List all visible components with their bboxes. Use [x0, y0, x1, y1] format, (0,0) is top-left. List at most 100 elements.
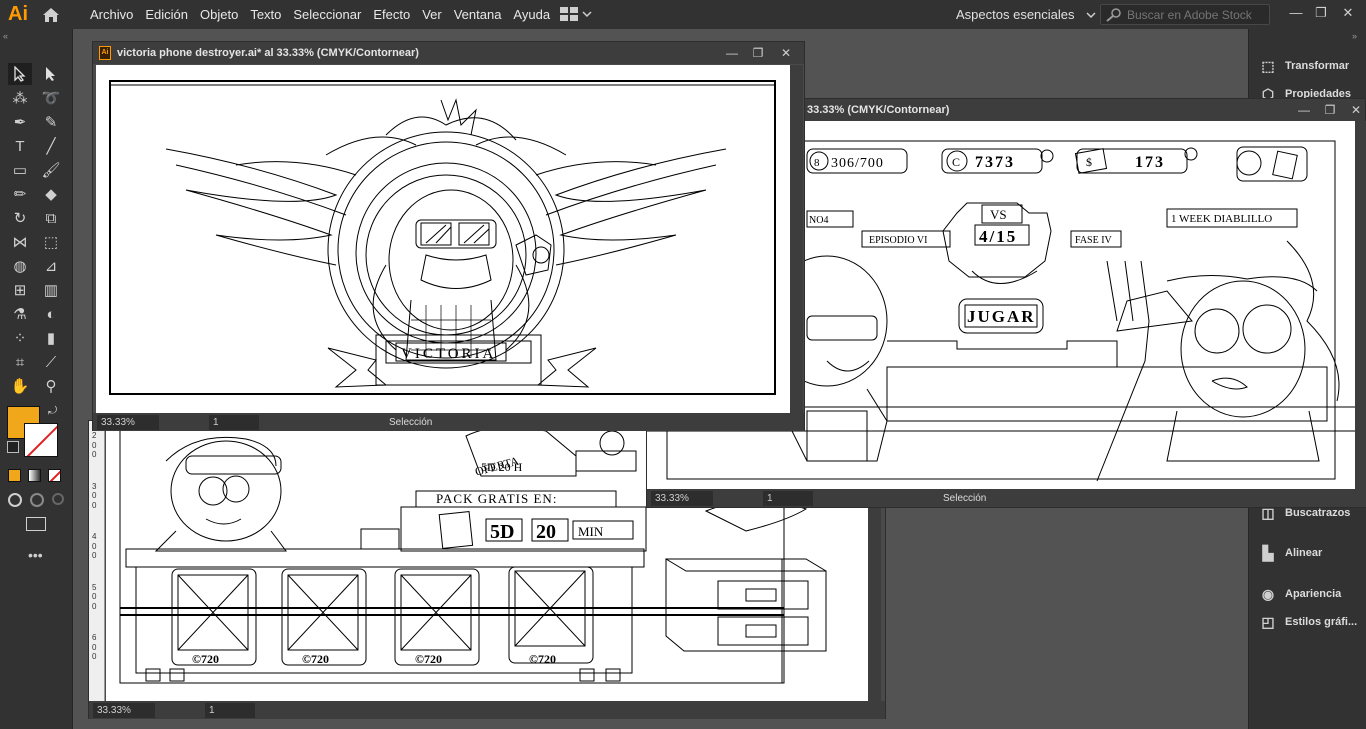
appearance-icon: ◉ [1261, 585, 1275, 602]
ruler-label: 0 [92, 652, 97, 661]
menu-ventana[interactable]: Ventana [448, 0, 508, 29]
artboard-number-field[interactable]: 1 [209, 414, 259, 430]
curvature-tool-icon[interactable]: ✎ [39, 111, 63, 133]
slice-icon[interactable]: ⟋ [39, 351, 63, 373]
panel-collapse-icon[interactable]: « [3, 32, 69, 41]
blend-icon[interactable]: ◐ [39, 303, 63, 325]
eyedropper-icon[interactable]: ⚗ [8, 303, 32, 325]
gradient-icon[interactable]: ▥ [39, 279, 63, 301]
home-icon[interactable] [36, 0, 66, 29]
zoom-field[interactable]: 33.33% [97, 414, 159, 430]
menu-objeto[interactable]: Objeto [194, 0, 244, 29]
type-tool-icon[interactable]: T [8, 135, 32, 157]
panel-transformar[interactable]: ⬚ Transformar [1259, 55, 1349, 77]
ruler-label: 0 [92, 491, 97, 500]
zoom-tool-icon[interactable]: ⚲ [39, 375, 63, 397]
play-button-text: JUGAR [967, 307, 1036, 326]
restore-doc-button[interactable]: ❐ [1321, 101, 1339, 119]
ruler-label: 0 [92, 551, 97, 560]
draw-behind-icon[interactable] [30, 493, 44, 507]
document-titlebar[interactable]: Ai victoria phone destroyer.ai* al 33.33… [93, 42, 804, 64]
line-tool-icon[interactable]: ╱ [39, 135, 63, 157]
pen-tool-icon[interactable]: ✒ [8, 111, 32, 133]
price-text: ©720 [529, 652, 556, 666]
screen-mode-icon[interactable] [26, 517, 46, 531]
scale-icon[interactable]: ⧉ [39, 207, 63, 229]
close-doc-button[interactable]: ✕ [777, 44, 795, 62]
app-logo: Ai [8, 3, 28, 25]
stroke-color-swatch[interactable] [24, 423, 58, 457]
coin-icon-text: C [952, 155, 960, 169]
symbol-sprayer-icon[interactable]: ⁘ [8, 327, 32, 349]
pack-mins-text: 20 [536, 521, 556, 543]
menu-ver[interactable]: Ver [416, 0, 448, 29]
search-icon [1106, 7, 1121, 22]
zoom-field[interactable]: 33.33% [651, 490, 713, 506]
arrange-documents-button[interactable] [560, 5, 596, 23]
panel-label: Transformar [1285, 60, 1350, 72]
swap-colors-icon[interactable]: ⤾ [48, 405, 57, 418]
perspective-grid-icon[interactable]: ⊿ [39, 255, 63, 277]
zoom-field[interactable]: 33.33% [93, 702, 155, 718]
menu-ayuda[interactable]: Ayuda [507, 0, 556, 29]
transform-icon: ⬚ [1261, 57, 1275, 74]
lasso-icon[interactable]: ➰ [39, 87, 63, 109]
shape-builder-icon[interactable]: ◍ [8, 255, 32, 277]
ruler-label: 0 [92, 541, 97, 551]
panel-expand-icon[interactable]: » [1257, 32, 1357, 41]
more-tools-icon[interactable]: ••• [28, 547, 43, 563]
menu-efecto[interactable]: Efecto [367, 0, 416, 29]
menu-bar: Ai Archivo Edición Objeto Texto Seleccio… [0, 0, 1366, 29]
week-text: 1 WEEK DIABLILLO [1171, 213, 1272, 225]
paintbrush-icon[interactable]: 🖌 [39, 159, 63, 181]
menu-seleccionar[interactable]: Seleccionar [287, 0, 367, 29]
gradient-mode-icon[interactable] [28, 469, 41, 482]
rectangle-tool-icon[interactable]: ▭ [8, 159, 32, 181]
magic-wand-icon[interactable]: ⁂ [8, 87, 32, 109]
tools-panel: « ⁂ ➰ ✒ ✎ T ╱ ▭ 🖌 ✏ ◆ ↻ ⧉ ⋈ ⬚ ◍ ⊿ ⊞ ▥ ⚗ … [0, 29, 73, 729]
artboard-canvas[interactable]: VICTORIA [96, 65, 790, 413]
stock-search[interactable] [1100, 4, 1270, 25]
document-window-front[interactable]: Ai victoria phone destroyer.ai* al 33.33… [92, 41, 805, 431]
artboard-number-field[interactable]: 1 [205, 702, 255, 718]
close-app-button[interactable]: ✕ [1338, 3, 1358, 23]
draw-inside-icon[interactable] [52, 493, 64, 505]
panel-apariencia[interactable]: ◉ Apariencia [1259, 583, 1341, 605]
default-colors-icon[interactable] [7, 441, 19, 453]
minimize-doc-button[interactable]: — [723, 44, 741, 62]
minimize-app-button[interactable]: — [1286, 3, 1306, 23]
mesh-icon[interactable]: ⊞ [8, 279, 32, 301]
vertical-scrollbar[interactable] [790, 65, 803, 413]
none-mode-icon[interactable] [48, 469, 61, 482]
artboard-icon[interactable]: ⌗ [8, 351, 32, 373]
search-input[interactable] [1127, 7, 1267, 22]
status-mode-text: Selección [389, 416, 433, 428]
free-transform-icon[interactable]: ⬚ [39, 231, 63, 253]
column-graph-icon[interactable]: ▮ [39, 327, 63, 349]
menu-edicion[interactable]: Edición [139, 0, 194, 29]
width-tool-icon[interactable]: ⋈ [8, 231, 32, 253]
menu-archivo[interactable]: Archivo [84, 0, 139, 29]
rotate-icon[interactable]: ↻ [8, 207, 32, 229]
direct-selection-tool-icon[interactable] [39, 63, 63, 85]
draw-normal-icon[interactable] [8, 493, 22, 507]
hand-tool-icon[interactable]: ✋ [8, 375, 32, 397]
vertical-scrollbar[interactable] [1355, 121, 1366, 489]
workspace-switcher[interactable]: Aspectos esenciales [946, 0, 1096, 29]
panel-alinear[interactable]: ▙ Alinear [1259, 542, 1323, 564]
ruler-label: 5 [92, 582, 97, 592]
counter-money-text: 173 [1135, 154, 1165, 171]
artboard-number-field[interactable]: 1 [763, 490, 813, 506]
restore-doc-button[interactable]: ❐ [749, 44, 767, 62]
workspace-label: Aspectos esenciales [956, 7, 1075, 22]
pencil-icon[interactable]: ✏ [8, 183, 32, 205]
status-bar: 33.33% 1 Selección [647, 489, 1366, 507]
color-mode-icon[interactable] [8, 469, 21, 482]
eraser-icon[interactable]: ◆ [39, 183, 63, 205]
selection-tool-icon[interactable] [8, 63, 32, 85]
panel-estilos-graficos[interactable]: ◰ Estilos gráfi... [1259, 611, 1357, 633]
minimize-doc-button[interactable]: — [1295, 101, 1313, 119]
menu-texto[interactable]: Texto [244, 0, 287, 29]
restore-app-button[interactable]: ❐ [1311, 3, 1331, 23]
close-doc-button[interactable]: ✕ [1347, 101, 1365, 119]
